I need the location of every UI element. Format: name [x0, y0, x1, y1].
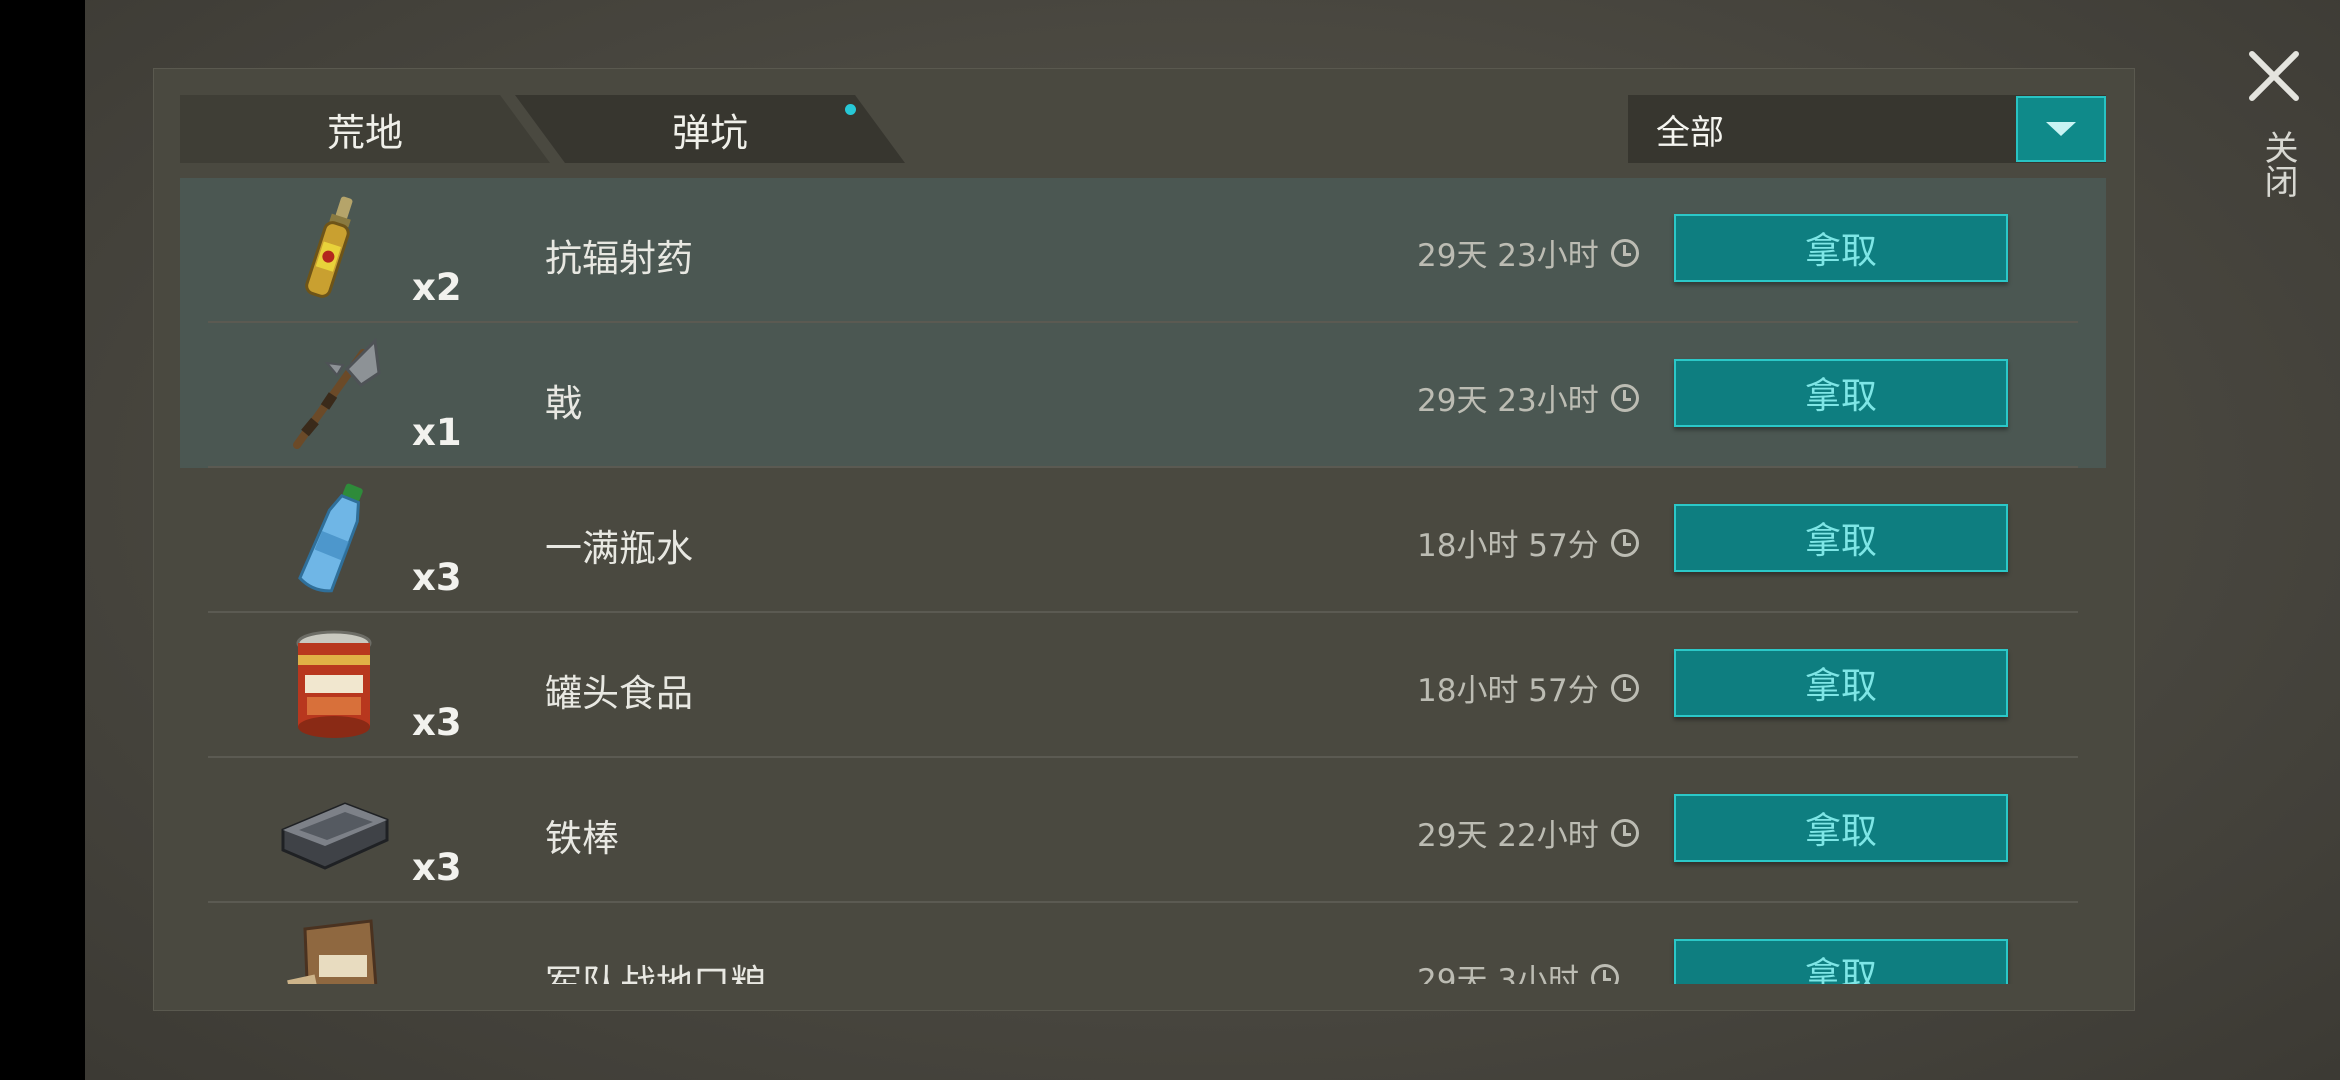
- expiry-timer: 18小时 57分: [1417, 520, 1639, 565]
- item-name: 一满瓶水: [545, 527, 693, 570]
- dropdown-toggle-button[interactable]: [2016, 96, 2106, 162]
- notification-dot: [845, 104, 856, 115]
- chevron-down-icon: [2046, 122, 2076, 136]
- take-button-label: 拿取: [1804, 666, 1877, 707]
- tab-bar: 荒地 弹坑: [180, 95, 920, 163]
- take-button-label: 拿取: [1804, 956, 1877, 984]
- expiry-timer: 29天 22小时: [1417, 810, 1639, 855]
- close-label: 关闭: [2258, 130, 2298, 198]
- take-button[interactable]: 拿取: [1674, 939, 2008, 984]
- list-item: x3 罐头食品 18小时 57分 拿取: [180, 613, 2106, 758]
- timer-text: 29天 22小时: [1417, 818, 1599, 854]
- tab-crater-label: 弹坑: [671, 110, 748, 155]
- timer-text: 29天 23小时: [1417, 383, 1599, 419]
- canned-food-icon: [296, 630, 372, 738]
- filter-selected-label: 全部: [1656, 112, 1724, 153]
- tab-wasteland[interactable]: 荒地: [180, 95, 550, 163]
- mre-ration-icon: [287, 919, 378, 984]
- clock-icon: [1610, 383, 1639, 412]
- expiry-timer: 18小时 57分: [1417, 665, 1639, 710]
- timer-text: 29天 3小时: [1417, 963, 1580, 984]
- ampoule-icon: [305, 196, 353, 298]
- list-item: x3 一满瓶水 18小时 57分 拿取: [180, 468, 2106, 613]
- take-button[interactable]: 拿取: [1674, 649, 2008, 717]
- close-button[interactable]: 关闭: [2246, 48, 2306, 218]
- take-button-label: 拿取: [1804, 231, 1877, 272]
- timer-text: 29天 23小时: [1417, 238, 1599, 274]
- timer-text: 18小时 57分: [1417, 528, 1599, 564]
- iron-bar-icon: [281, 802, 389, 870]
- expiry-timer: 29天 23小时: [1417, 375, 1639, 420]
- timer-text: 18小时 57分: [1417, 673, 1599, 709]
- take-button[interactable]: 拿取: [1674, 214, 2008, 282]
- halberd-icon: [293, 337, 381, 449]
- take-button-label: 拿取: [1804, 811, 1877, 852]
- clock-icon: [1610, 673, 1639, 702]
- take-button[interactable]: 拿取: [1674, 794, 2008, 862]
- clock-icon: [1591, 963, 1620, 984]
- clock-icon: [1610, 818, 1639, 847]
- expiry-timer: 29天 3小时: [1417, 955, 1620, 984]
- item-name: 抗辐射药: [545, 237, 693, 280]
- water-bottle-icon: [298, 483, 363, 593]
- filter-dropdown[interactable]: 全部: [1628, 95, 2106, 163]
- item-quantity: x3: [412, 556, 462, 599]
- item-name: 铁棒: [545, 817, 619, 860]
- item-name: 罐头食品: [545, 672, 693, 715]
- take-button[interactable]: 拿取: [1674, 504, 2008, 572]
- item-name: 军队战地口粮: [545, 962, 767, 984]
- item-name: 戟: [545, 382, 582, 425]
- list-item: 军队战地口粮 29天 3小时 拿取: [180, 903, 2106, 984]
- item-quantity: x3: [412, 701, 462, 744]
- list-item: x2 抗辐射药 29天 23小时 拿取: [180, 178, 2106, 323]
- item-quantity: x2: [412, 266, 462, 309]
- list-item: x1 戟 29天 23小时 拿取: [180, 323, 2106, 468]
- item-quantity: x1: [412, 411, 462, 454]
- clock-icon: [1610, 528, 1639, 557]
- take-button-label: 拿取: [1804, 376, 1877, 417]
- list-item: x3 铁棒 29天 22小时 拿取: [180, 758, 2106, 903]
- expiry-timer: 29天 23小时: [1417, 230, 1639, 275]
- take-button[interactable]: 拿取: [1674, 359, 2008, 427]
- item-quantity: x3: [412, 846, 462, 889]
- take-button-label: 拿取: [1804, 521, 1877, 562]
- clock-icon: [1610, 238, 1639, 267]
- tab-wasteland-label: 荒地: [326, 110, 403, 155]
- item-list[interactable]: x2 抗辐射药 29天 23小时 拿取 x1 戟 29天 23小时 拿取 x3 …: [180, 178, 2106, 984]
- left-black-bar: [0, 0, 85, 1080]
- close-icon: [2249, 51, 2299, 101]
